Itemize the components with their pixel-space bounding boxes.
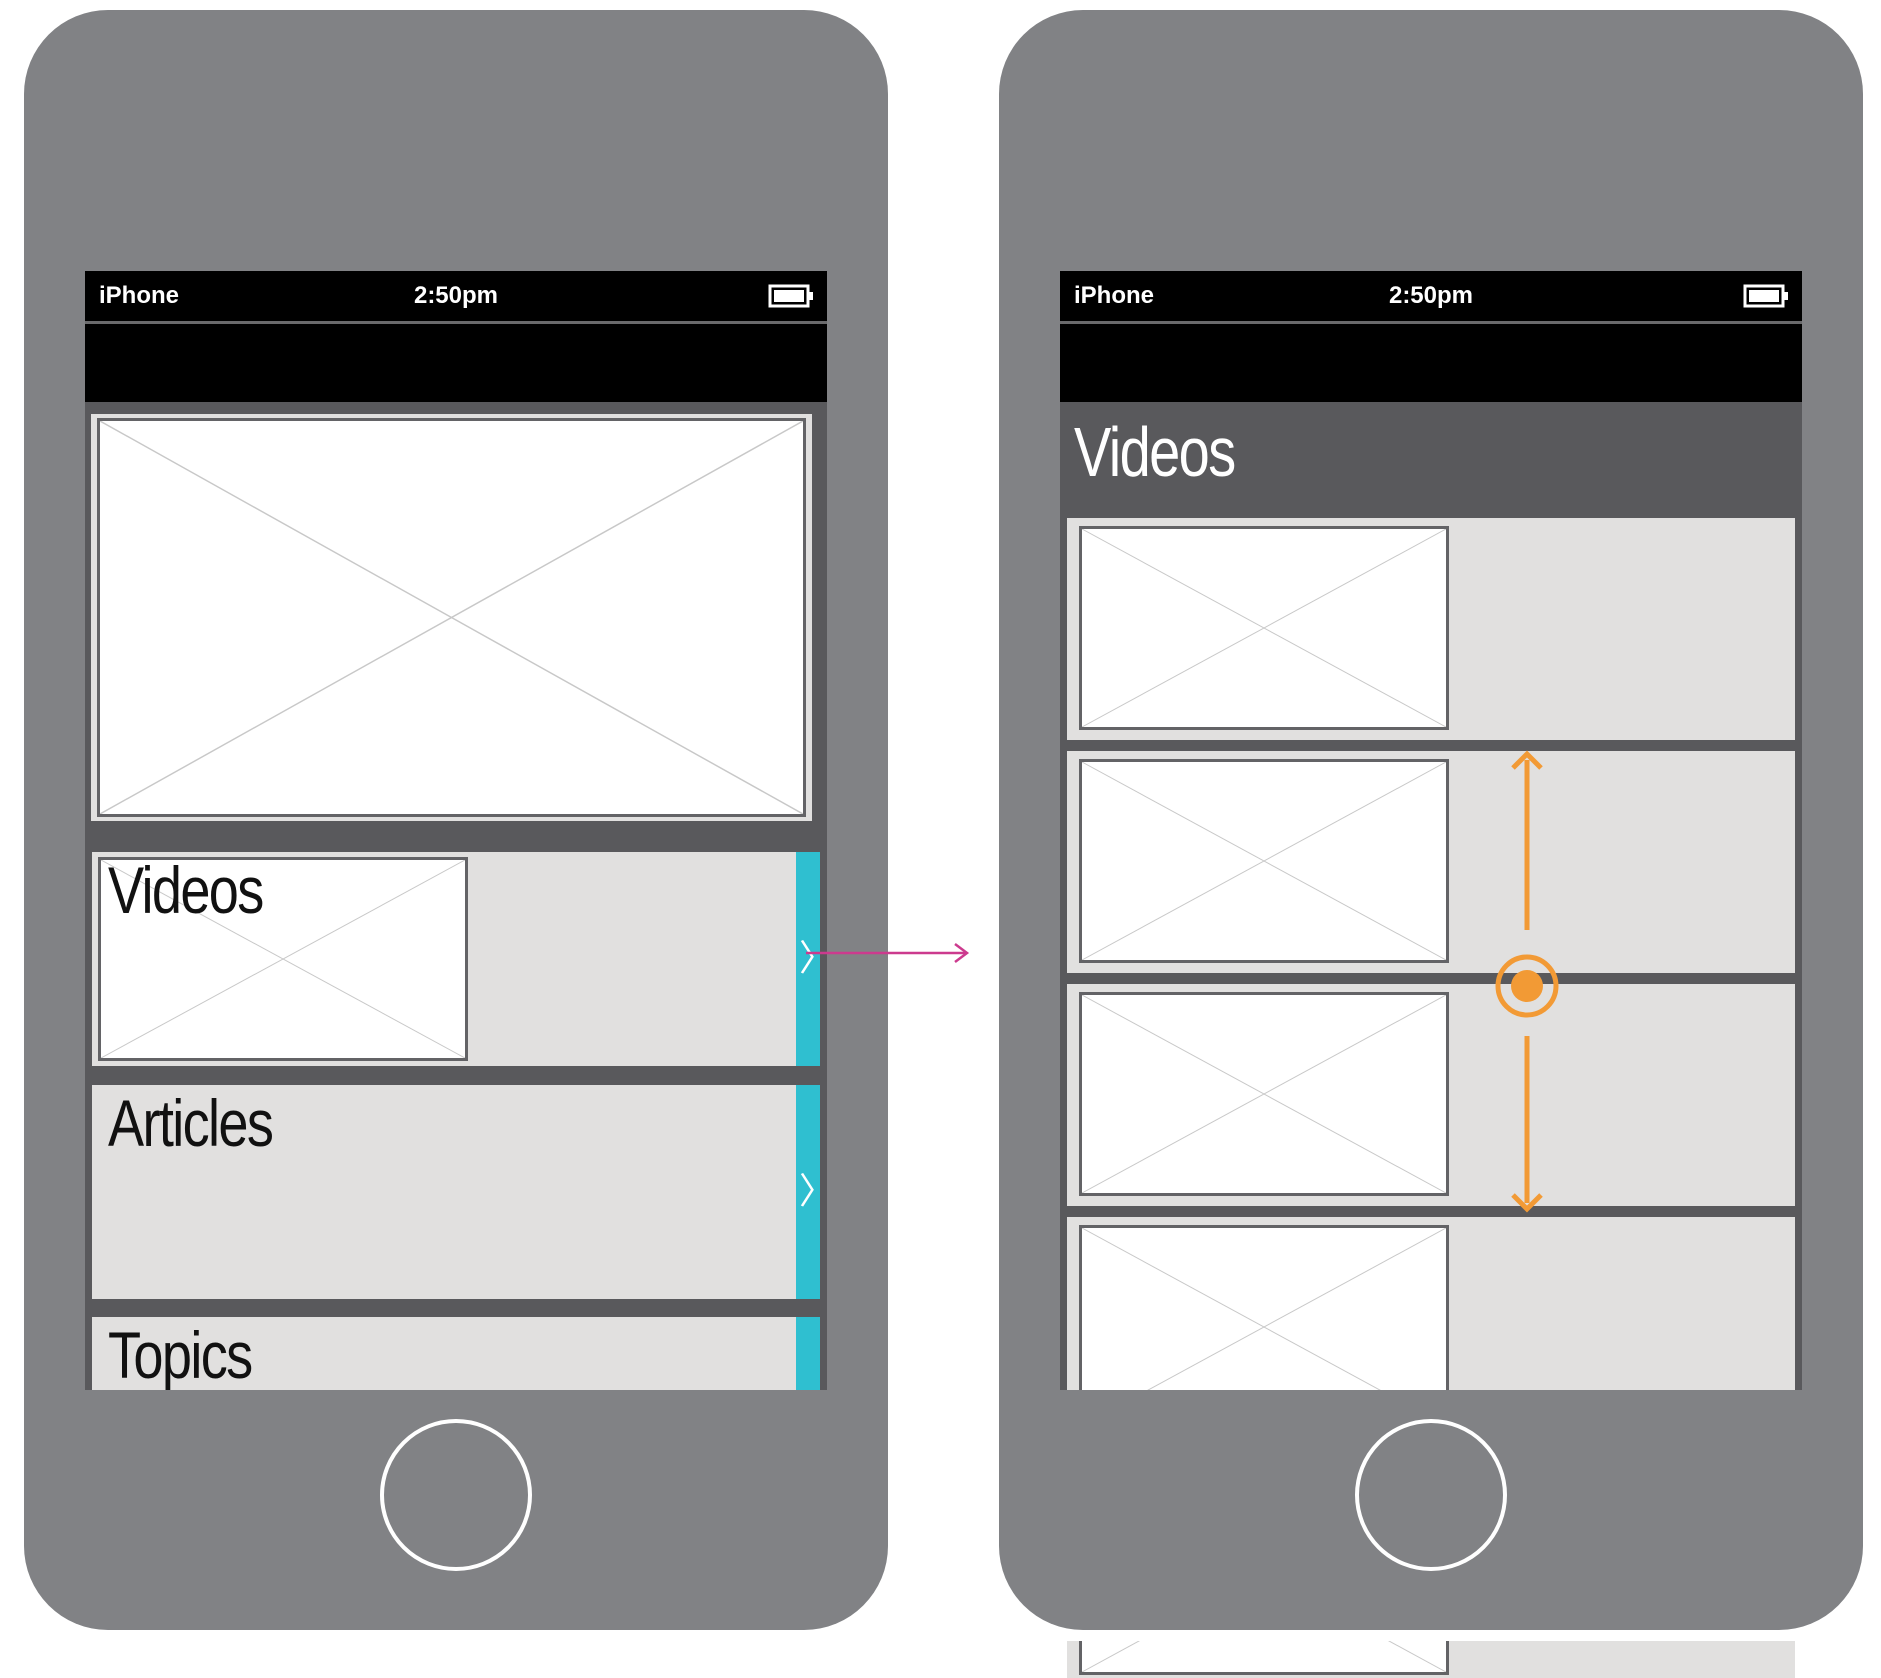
section-label: Videos	[108, 853, 264, 927]
home-button[interactable]	[380, 1419, 532, 1571]
hero-frame	[91, 414, 812, 821]
video-thumbnail-placeholder	[1079, 759, 1449, 963]
video-thumbnail-placeholder	[1079, 1641, 1449, 1675]
chevron-right-icon: 〉	[799, 940, 827, 976]
section-label: Articles	[108, 1086, 274, 1160]
clock: 2:50pm	[413, 282, 499, 309]
video-row[interactable]	[1067, 1217, 1795, 1390]
section-header: Videos	[1060, 402, 1802, 511]
video-row[interactable]	[1067, 518, 1795, 740]
hero-image-placeholder	[97, 418, 806, 817]
nav-bar	[1060, 324, 1802, 402]
home-button[interactable]	[1355, 1419, 1507, 1571]
video-thumbnail-placeholder	[1079, 992, 1449, 1196]
status-bar: iPhone 2:50pm	[85, 271, 827, 324]
section-card-articles[interactable]: Articles 〉	[92, 1085, 827, 1299]
status-bar: iPhone 2:50pm	[1060, 271, 1802, 324]
battery-icon	[1743, 284, 1788, 308]
disclosure-bar[interactable]: 〉	[796, 1085, 827, 1299]
video-row[interactable]	[1067, 984, 1795, 1206]
video-row[interactable]	[1067, 751, 1795, 973]
screen: iPhone 2:50pm Videos	[1060, 271, 1802, 1678]
disclosure-bar[interactable]: 〉	[796, 852, 827, 1066]
section-card-videos[interactable]: Videos 〉	[92, 852, 827, 1066]
section-title: Videos	[1074, 413, 1236, 491]
phone-left: iPhone 2:50pm Videos 〉 Articles	[24, 10, 888, 1630]
nav-bar	[85, 324, 827, 402]
section-label: Topics	[108, 1318, 253, 1390]
battery-icon	[768, 284, 813, 308]
screen: iPhone 2:50pm Videos 〉 Articles	[85, 271, 827, 1390]
screen-viewport: iPhone 2:50pm Videos	[1060, 271, 1802, 1390]
chevron-right-icon: 〉	[799, 1173, 827, 1209]
section-card-topics[interactable]: Topics	[92, 1317, 820, 1390]
video-thumbnail-placeholder	[1079, 526, 1449, 730]
video-thumbnail-placeholder	[1079, 1225, 1449, 1390]
clock: 2:50pm	[1388, 282, 1474, 309]
disclosure-bar[interactable]	[796, 1317, 820, 1390]
phone-right: iPhone 2:50pm Videos	[999, 10, 1863, 1678]
overflow-row	[1067, 1641, 1795, 1678]
